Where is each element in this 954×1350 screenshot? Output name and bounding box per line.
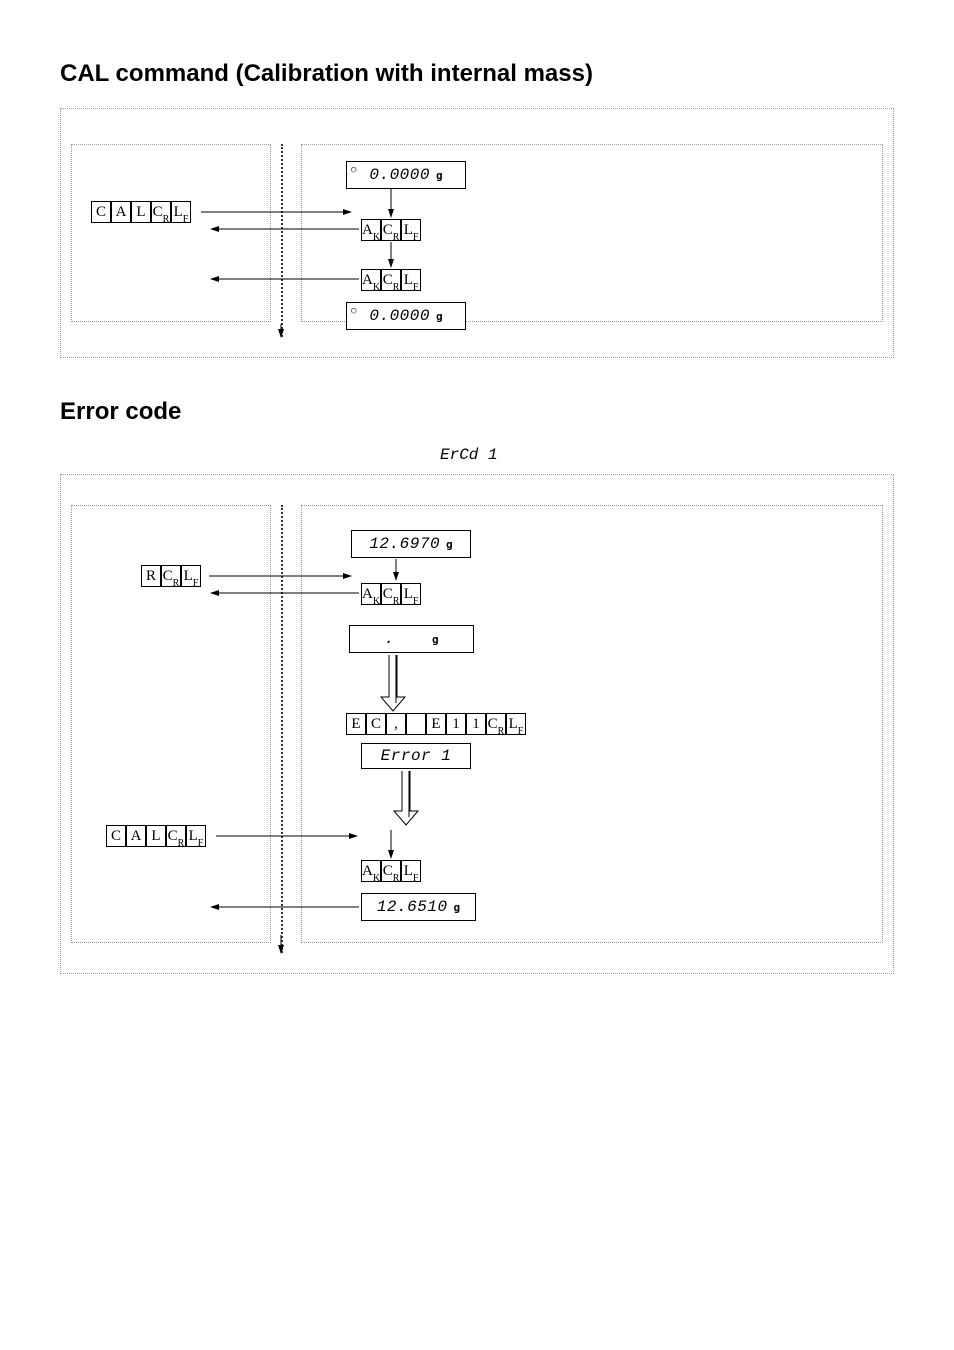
- error-diagram: R CR LF 12.6970 g AK CR LF . g E C , E 1…: [60, 474, 894, 974]
- lcd-zero-bottom: ○ 0.0000 g: [346, 302, 466, 330]
- cal-diagram: C A L CR LF ○ 0.0000 g AK CR LF AK CR LF…: [60, 108, 894, 358]
- lcd-126510: 12.6510 g: [361, 893, 476, 921]
- char-cr: CR: [381, 269, 401, 291]
- cal-cmd-row-2: C A L CR LF: [106, 825, 206, 847]
- char-lf: LF: [186, 825, 206, 847]
- char-lf: LF: [401, 269, 421, 291]
- char-cr: CR: [381, 583, 401, 605]
- char-cr: CR: [381, 219, 401, 241]
- char-e2: E: [426, 713, 446, 735]
- section1-title: CAL command (Calibration with internal m…: [60, 60, 894, 88]
- char-l: L: [131, 201, 151, 223]
- char-c: C: [106, 825, 126, 847]
- char-e: E: [346, 713, 366, 735]
- ec-row: E C , E 1 1 CR LF: [346, 713, 526, 735]
- lcd-zero-top: ○ 0.0000 g: [346, 161, 466, 189]
- char-lf: LF: [401, 860, 421, 882]
- char-ak: AK: [361, 269, 381, 291]
- char-lf: LF: [181, 565, 201, 587]
- char-cr: CR: [486, 713, 506, 735]
- char-1b: 1: [466, 713, 486, 735]
- char-lf: LF: [506, 713, 526, 735]
- lcd-error1: Error 1: [361, 743, 471, 769]
- char-space: [406, 713, 426, 735]
- char-1a: 1: [446, 713, 466, 735]
- lcd-blank: . g: [349, 625, 474, 653]
- ack-row-e1: AK CR LF: [361, 583, 421, 605]
- char-cr: CR: [161, 565, 181, 587]
- char-lf: LF: [401, 583, 421, 605]
- ack-row-1: AK CR LF: [361, 219, 421, 241]
- section2-title: Error code: [60, 398, 894, 426]
- char-comma: ,: [386, 713, 406, 735]
- char-cr: CR: [151, 201, 171, 223]
- char-a: A: [126, 825, 146, 847]
- char-cr: CR: [381, 860, 401, 882]
- r-cmd-row: R CR LF: [141, 565, 201, 587]
- char-cr: CR: [166, 825, 186, 847]
- lcd-126970: 12.6970 g: [351, 530, 471, 558]
- char-l: L: [146, 825, 166, 847]
- char-ak: AK: [361, 583, 381, 605]
- ercd-display: ErCd 1: [440, 446, 894, 464]
- ack-row-e2: AK CR LF: [361, 860, 421, 882]
- char-ak: AK: [361, 860, 381, 882]
- char-lf: LF: [171, 201, 191, 223]
- cal-cmd-row: C A L CR LF: [91, 201, 191, 223]
- char-lf: LF: [401, 219, 421, 241]
- char-a: A: [111, 201, 131, 223]
- ack-row-2: AK CR LF: [361, 269, 421, 291]
- char-c: C: [366, 713, 386, 735]
- char-ak: AK: [361, 219, 381, 241]
- char-c: C: [91, 201, 111, 223]
- char-r: R: [141, 565, 161, 587]
